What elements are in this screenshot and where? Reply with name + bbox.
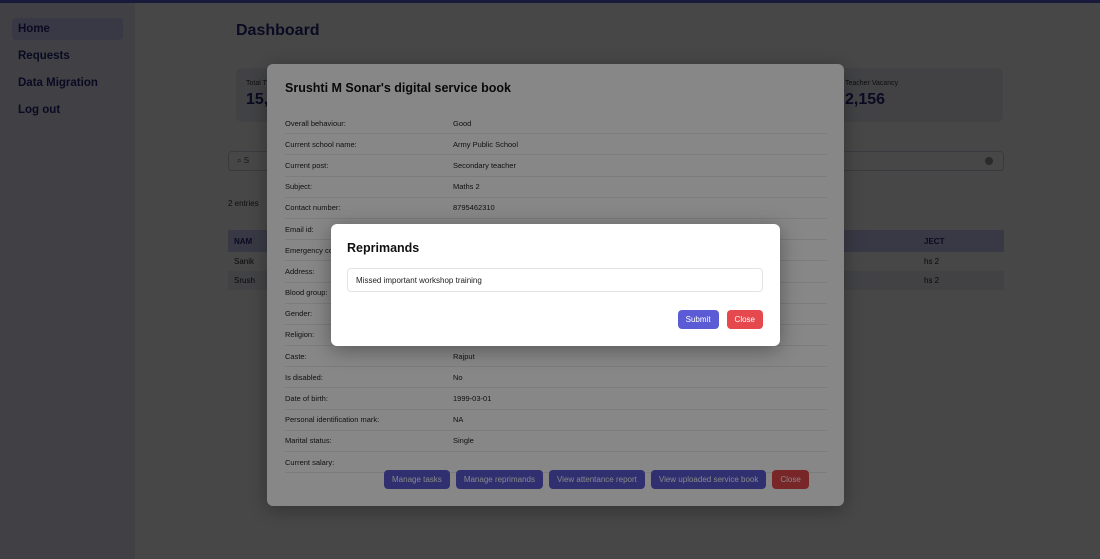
submit-button[interactable]: Submit <box>677 310 719 329</box>
modal-title: Reprimands <box>347 241 420 255</box>
reprimands-modal: Reprimands Submit Close <box>331 224 780 346</box>
reprimand-input[interactable] <box>347 268 763 292</box>
close-button[interactable]: Close <box>726 310 763 329</box>
reprimand-actions: Submit Close <box>677 310 763 329</box>
